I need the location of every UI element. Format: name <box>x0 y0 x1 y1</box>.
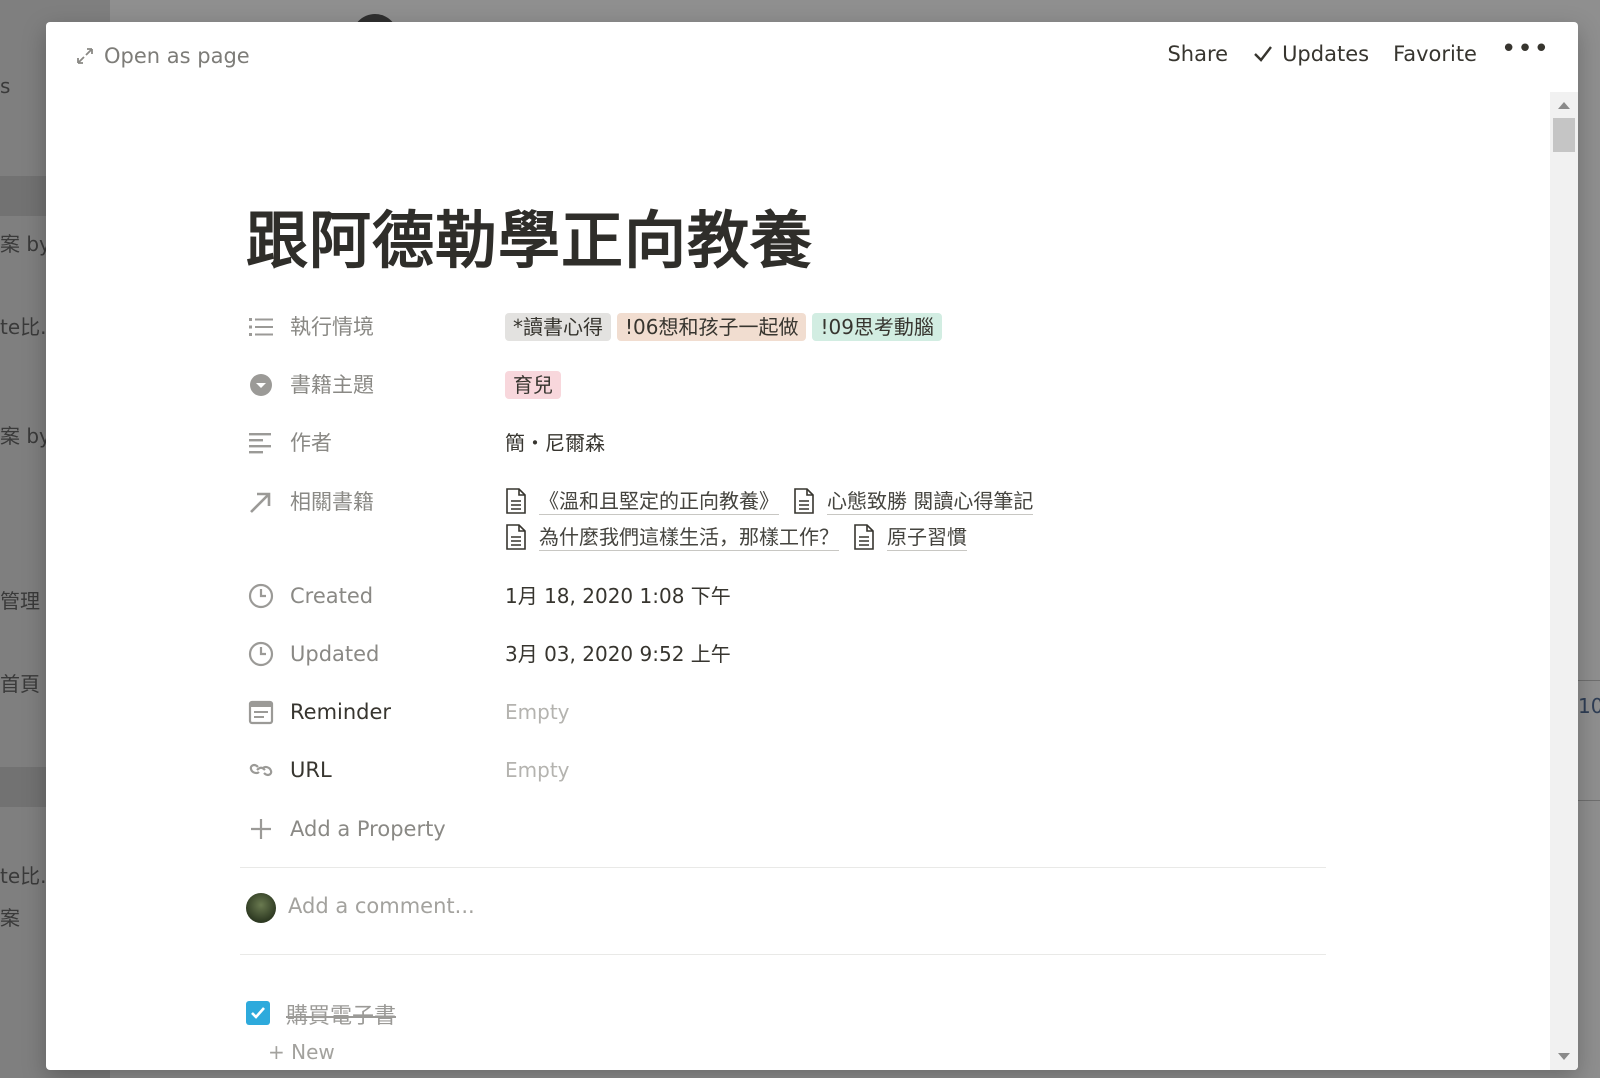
property-label: 執行情境 <box>290 315 374 339</box>
page-icon <box>794 488 814 514</box>
scrollbar[interactable] <box>1550 92 1578 1070</box>
scroll-up-arrow-icon[interactable] <box>1558 102 1570 109</box>
background-text: 10 <box>1578 694 1600 718</box>
tag[interactable]: !06想和孩子一起做 <box>617 313 807 341</box>
clock-icon <box>246 639 276 669</box>
relation-item[interactable]: 《溫和且堅定的正向教養》 <box>505 488 779 515</box>
property-context[interactable]: 執行情境 *讀書心得 !06想和孩子一起做 !09思考動腦 <box>246 312 942 342</box>
property-value[interactable]: Empty <box>505 697 570 727</box>
open-as-page-button[interactable]: Open as page <box>76 44 250 68</box>
relation-title: 為什麼我們這樣生活，那樣工作？ <box>539 524 839 551</box>
page-icon <box>506 488 526 514</box>
todo-text[interactable]: 購買電子書 <box>286 998 396 1030</box>
updates-button[interactable]: Updates <box>1252 42 1369 66</box>
avatar <box>246 893 276 923</box>
favorite-label: Favorite <box>1393 42 1477 66</box>
property-value[interactable]: *讀書心得 !06想和孩子一起做 !09思考動腦 <box>505 312 948 342</box>
property-url[interactable]: URL Empty <box>246 755 570 785</box>
background-text: s <box>0 74 11 98</box>
list-icon <box>246 312 276 342</box>
todo-checkbox[interactable] <box>246 1001 270 1025</box>
background-text: 首頁 <box>0 672 40 696</box>
property-label: Reminder <box>290 700 392 724</box>
select-icon <box>246 370 276 400</box>
page-title[interactable]: 跟阿德勒學正向教養 <box>246 190 813 280</box>
background-text: te比.. <box>0 315 53 339</box>
relation-item[interactable]: 心態致勝 閱讀心得筆記 <box>793 488 1034 515</box>
property-label: URL <box>290 758 332 782</box>
property-value[interactable]: 簡・尼爾森 <box>505 428 605 458</box>
link-icon <box>246 755 276 785</box>
divider <box>240 867 1326 868</box>
page-icon <box>854 524 874 550</box>
property-value: 1月 18, 2020 1:08 下午 <box>505 584 731 608</box>
page-icon <box>506 524 526 550</box>
share-label: Share <box>1167 42 1229 66</box>
modal-topbar: Open as page Share Updates Favorite ••• <box>46 22 1578 96</box>
property-label: 作者 <box>290 431 332 455</box>
property-label: Created <box>290 584 374 608</box>
add-property-button[interactable]: Add a Property <box>246 814 446 844</box>
more-dots-icon: ••• <box>1500 34 1550 64</box>
topbar-actions: Share Updates Favorite ••• <box>1167 34 1550 66</box>
property-related[interactable]: 相關書籍 《溫和且堅定的正向教養》 心態致勝 閱讀心得筆記 為什麼我們這樣生活，… <box>246 487 1034 551</box>
property-label: 相關書籍 <box>290 490 374 514</box>
relation-line: 《溫和且堅定的正向教養》 心態致勝 閱讀心得筆記 <box>505 483 1047 519</box>
tag[interactable]: 育兒 <box>505 371 561 399</box>
property-label: 書籍主題 <box>290 373 374 397</box>
plus-icon <box>246 814 276 844</box>
new-item-button[interactable]: + New <box>268 1040 335 1064</box>
background-highlight <box>0 767 46 807</box>
property-updated[interactable]: Updated 3月 03, 2020 9:52 上午 <box>246 639 731 669</box>
relation-arrow-icon <box>246 487 276 517</box>
divider <box>240 954 1326 955</box>
open-as-page-label: Open as page <box>104 44 250 68</box>
relation-title: 《溫和且堅定的正向教養》 <box>539 488 779 515</box>
relation-item[interactable]: 原子習慣 <box>853 524 967 551</box>
page-peek-modal: Open as page Share Updates Favorite ••• … <box>46 22 1578 1070</box>
property-value: 3月 03, 2020 9:52 上午 <box>505 642 731 666</box>
relation-item[interactable]: 為什麼我們這樣生活，那樣工作？ <box>505 524 839 551</box>
relation-title: 心態致勝 閱讀心得筆記 <box>827 488 1034 515</box>
check-icon <box>1254 46 1273 62</box>
background-text: 案 <box>0 906 20 930</box>
property-created[interactable]: Created 1月 18, 2020 1:08 下午 <box>246 581 731 611</box>
property-value[interactable]: Empty <box>505 755 570 785</box>
scroll-thumb[interactable] <box>1553 118 1575 152</box>
tag[interactable]: !09思考動腦 <box>812 313 942 341</box>
property-label: Updated <box>290 642 380 666</box>
favorite-button[interactable]: Favorite <box>1393 42 1477 66</box>
property-reminder[interactable]: Reminder Empty <box>246 697 570 727</box>
updates-label: Updates <box>1282 42 1370 66</box>
background-highlight <box>0 176 46 216</box>
more-options-button[interactable]: ••• <box>1500 34 1550 64</box>
calendar-icon <box>246 697 276 727</box>
property-value[interactable]: 育兒 <box>505 370 567 400</box>
share-button[interactable]: Share <box>1167 42 1228 66</box>
tag[interactable]: *讀書心得 <box>505 313 611 341</box>
clock-icon <box>246 581 276 611</box>
property-topic[interactable]: 書籍主題 育兒 <box>246 370 561 400</box>
expand-icon <box>77 48 93 64</box>
relation-line: 為什麼我們這樣生活，那樣工作？ 原子習慣 <box>505 519 1047 555</box>
comment-input[interactable]: Add a comment... <box>288 894 475 918</box>
relation-title: 原子習慣 <box>887 524 967 551</box>
check-icon <box>251 1007 265 1019</box>
property-value: 《溫和且堅定的正向教養》 心態致勝 閱讀心得筆記 為什麼我們這樣生活，那樣工作？ <box>505 483 1047 555</box>
add-property-label: Add a Property <box>290 817 446 841</box>
property-author[interactable]: 作者 簡・尼爾森 <box>246 428 605 458</box>
background-text: te比.. <box>0 864 53 888</box>
text-icon <box>246 428 276 458</box>
scroll-down-arrow-icon[interactable] <box>1558 1053 1570 1060</box>
background-text: 管理 <box>0 589 40 613</box>
